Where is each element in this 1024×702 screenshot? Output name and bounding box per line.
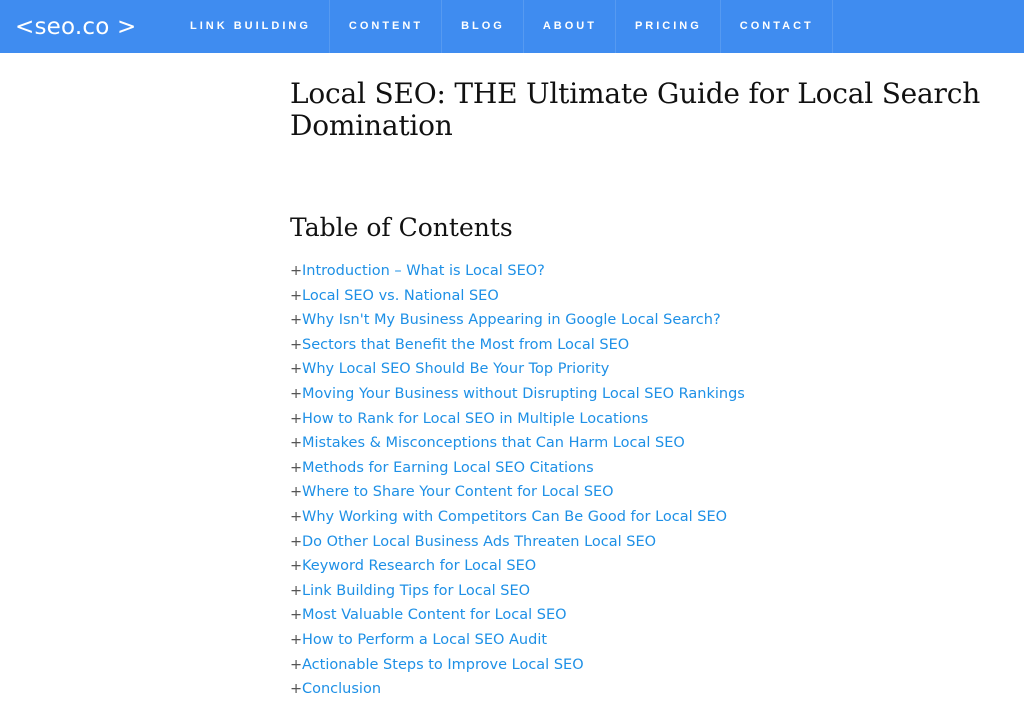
toc-item: +Conclusion xyxy=(290,677,1020,702)
expand-plus-icon[interactable]: + xyxy=(290,554,302,579)
nav-link-building[interactable]: LINK BUILDING xyxy=(171,0,329,53)
toc-link[interactable]: Sectors that Benefit the Most from Local… xyxy=(302,337,629,353)
toc-heading: Table of Contents xyxy=(290,213,513,242)
expand-plus-icon[interactable]: + xyxy=(290,628,302,653)
toc-link[interactable]: How to Rank for Local SEO in Multiple Lo… xyxy=(302,411,648,427)
toc-link[interactable]: Why Working with Competitors Can Be Good… xyxy=(302,509,727,525)
toc-item: +Where to Share Your Content for Local S… xyxy=(290,480,1020,505)
toc-item: +Why Working with Competitors Can Be Goo… xyxy=(290,505,1020,530)
expand-plus-icon[interactable]: + xyxy=(290,382,302,407)
toc-link[interactable]: Keyword Research for Local SEO xyxy=(302,558,536,574)
expand-plus-icon[interactable]: + xyxy=(290,653,302,678)
nav-about[interactable]: ABOUT xyxy=(522,0,615,53)
toc-item: +Methods for Earning Local SEO Citations xyxy=(290,456,1020,481)
toc-item: +Introduction – What is Local SEO? xyxy=(290,259,1020,284)
toc-item: +Sectors that Benefit the Most from Loca… xyxy=(290,333,1020,358)
toc-link[interactable]: Methods for Earning Local SEO Citations xyxy=(302,460,594,476)
page-title: Local SEO: THE Ultimate Guide for Local … xyxy=(290,77,981,142)
expand-plus-icon[interactable]: + xyxy=(290,530,302,555)
toc-link[interactable]: Conclusion xyxy=(302,681,381,697)
expand-plus-icon[interactable]: + xyxy=(290,308,302,333)
toc-link[interactable]: Link Building Tips for Local SEO xyxy=(302,583,530,599)
expand-plus-icon[interactable]: + xyxy=(290,579,302,604)
table-of-contents: +Introduction – What is Local SEO? +Local… xyxy=(290,259,1020,702)
site-logo[interactable]: <seo.co > xyxy=(15,12,136,42)
expand-plus-icon[interactable]: + xyxy=(290,284,302,309)
toc-link[interactable]: Mistakes & Misconceptions that Can Harm … xyxy=(302,435,685,451)
toc-item: +Mistakes & Misconceptions that Can Harm… xyxy=(290,431,1020,456)
toc-item: +Do Other Local Business Ads Threaten Lo… xyxy=(290,530,1020,555)
toc-link[interactable]: Actionable Steps to Improve Local SEO xyxy=(302,657,584,673)
nav-blog[interactable]: BLOG xyxy=(441,0,523,53)
expand-plus-icon[interactable]: + xyxy=(290,505,302,530)
nav-contact[interactable]: CONTACT xyxy=(719,0,833,53)
toc-link[interactable]: Introduction – What is Local SEO? xyxy=(302,263,545,279)
expand-plus-icon[interactable]: + xyxy=(290,677,302,702)
expand-plus-icon[interactable]: + xyxy=(290,603,302,628)
nav-pricing[interactable]: PRICING xyxy=(614,0,720,53)
top-navbar: <seo.co > LINK BUILDING CONTENT BLOG ABO… xyxy=(0,0,1024,53)
toc-link[interactable]: Do Other Local Business Ads Threaten Loc… xyxy=(302,534,656,550)
toc-item: +Why Isn't My Business Appearing in Goog… xyxy=(290,308,1020,333)
toc-item: +Local SEO vs. National SEO xyxy=(290,284,1020,309)
expand-plus-icon[interactable]: + xyxy=(290,431,302,456)
toc-link[interactable]: Where to Share Your Content for Local SE… xyxy=(302,484,614,500)
article-content: Local SEO: THE Ultimate Guide for Local … xyxy=(290,78,1020,702)
expand-plus-icon[interactable]: + xyxy=(290,456,302,481)
expand-plus-icon[interactable]: + xyxy=(290,480,302,505)
toc-item: +Moving Your Business without Disrupting… xyxy=(290,382,1020,407)
toc-link[interactable]: Why Isn't My Business Appearing in Googl… xyxy=(302,312,721,328)
toc-link[interactable]: Moving Your Business without Disrupting … xyxy=(302,386,745,402)
toc-item: +Most Valuable Content for Local SEO xyxy=(290,603,1020,628)
main-nav: LINK BUILDING CONTENT BLOG ABOUT PRICING… xyxy=(171,0,833,53)
toc-item: +How to Perform a Local SEO Audit xyxy=(290,628,1020,653)
nav-content[interactable]: CONTENT xyxy=(328,0,441,53)
toc-link[interactable]: Local SEO vs. National SEO xyxy=(302,288,499,304)
expand-plus-icon[interactable]: + xyxy=(290,259,302,284)
toc-link[interactable]: How to Perform a Local SEO Audit xyxy=(302,632,547,648)
toc-item: +Link Building Tips for Local SEO xyxy=(290,579,1020,604)
expand-plus-icon[interactable]: + xyxy=(290,407,302,432)
toc-item: +Keyword Research for Local SEO xyxy=(290,554,1020,579)
expand-plus-icon[interactable]: + xyxy=(290,333,302,358)
expand-plus-icon[interactable]: + xyxy=(290,357,302,382)
toc-link[interactable]: Why Local SEO Should Be Your Top Priorit… xyxy=(302,361,609,377)
toc-item: +Why Local SEO Should Be Your Top Priori… xyxy=(290,357,1020,382)
toc-item: +Actionable Steps to Improve Local SEO xyxy=(290,653,1020,678)
toc-item: +How to Rank for Local SEO in Multiple L… xyxy=(290,407,1020,432)
toc-link[interactable]: Most Valuable Content for Local SEO xyxy=(302,607,567,623)
